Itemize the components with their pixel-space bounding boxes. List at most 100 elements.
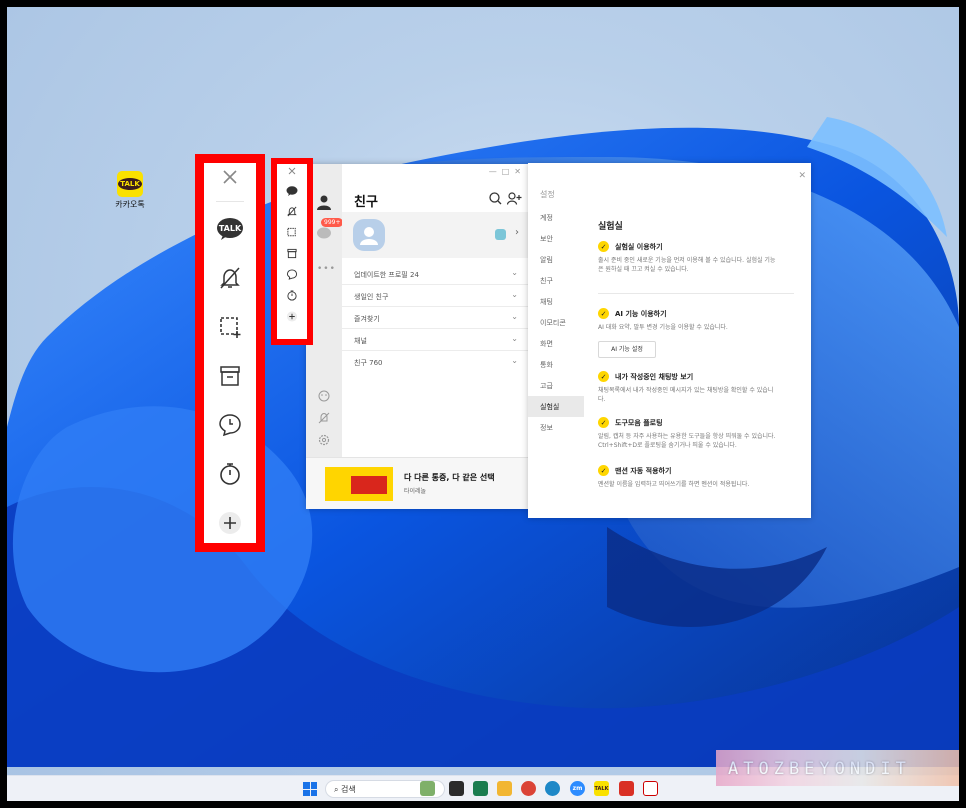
nav-info[interactable]: 정보 — [528, 417, 584, 438]
floating-toolbar-large: TALK — [195, 154, 265, 552]
my-profile-row[interactable]: › — [342, 212, 528, 258]
nav-lab[interactable]: 실험실 — [528, 396, 584, 417]
notification-off-icon[interactable] — [318, 412, 330, 424]
timer-icon[interactable] — [218, 462, 242, 486]
friends-panel: 친구 › 업데이트한 프로필 24 ⌄ 생일인 친구 ⌄ 즐겨찾기 ⌄ 채널 ⌄ 친구 … — [342, 164, 528, 457]
checkbox-checked-icon[interactable]: ✓ — [598, 465, 609, 476]
close-icon[interactable]: ✕ — [798, 171, 806, 181]
nav-emoticon[interactable]: 이모티콘 — [528, 312, 584, 333]
talk-icon[interactable]: TALK — [216, 217, 244, 241]
timer-icon[interactable] — [287, 290, 298, 301]
option-description: 채팅목록에서 내가 작성중인 메시지가 있는 채팅방을 확인할 수 있습니다. — [598, 387, 774, 403]
chevron-right-icon[interactable]: › — [515, 227, 519, 238]
option-description: 멘션할 이름을 입력하고 띄어쓰기를 하면 멘션이 적용됩니다. — [598, 481, 750, 488]
page-title: 친구 — [354, 195, 378, 210]
lab-settings-panel: 실험실 ✓ 실험실 이용하기 출시 준비 중인 새로운 기능을 먼저 이용해 볼… — [598, 219, 801, 488]
option-title: 도구모음 플로팅 — [615, 419, 663, 427]
option-description: AI 대화 요약, 말투 변경 기능을 이용할 수 있습니다. — [598, 324, 728, 331]
section-label: 친구 — [354, 359, 367, 367]
option-title: 맨션 자동 적용하기 — [615, 467, 672, 475]
section-birthday-friends[interactable]: 생일인 친구 ⌄ — [342, 285, 528, 307]
checkbox-checked-icon[interactable]: ✓ — [598, 371, 609, 382]
chevron-down-icon: ⌄ — [511, 334, 518, 343]
store-icon[interactable] — [473, 781, 488, 796]
edge-icon[interactable] — [545, 781, 560, 796]
talk-icon[interactable] — [286, 186, 298, 196]
divider — [598, 293, 794, 294]
nav-security[interactable]: 보안 — [528, 228, 584, 249]
section-label: 즐겨찾기 — [354, 315, 380, 323]
nav-advanced[interactable]: 고급 — [528, 375, 584, 396]
mute-bell-icon[interactable] — [218, 266, 242, 290]
ad-image — [325, 467, 393, 501]
desktop: TALK 카카오톡 TALK 999+ ••• —□✕ 친구 › 업데이트한 프… — [7, 7, 959, 801]
option-title: 내가 작성중인 채팅방 보기 — [615, 373, 694, 381]
chevron-down-icon: ⌄ — [511, 290, 518, 299]
kakaotalk-desktop-shortcut[interactable]: TALK 카카오톡 — [110, 171, 150, 210]
kakaotalk-app-icon: TALK — [117, 171, 143, 197]
section-friends[interactable]: 친구 760 ⌄ — [342, 351, 528, 373]
red-app-icon[interactable] — [619, 781, 634, 796]
ad-banner[interactable]: 다 다른 통증, 다 같은 선택 타이레놀 — [306, 457, 528, 509]
settings-gear-icon[interactable] — [318, 434, 330, 446]
section-count: 760 — [369, 359, 383, 367]
zoom-icon[interactable]: zm — [570, 781, 585, 796]
snipping-tool-icon[interactable] — [643, 781, 658, 796]
chrome-icon[interactable] — [521, 781, 536, 796]
add-icon[interactable] — [218, 511, 242, 535]
checkbox-checked-icon[interactable]: ✓ — [598, 308, 609, 319]
chat-clock-icon[interactable] — [286, 269, 298, 280]
nav-chat[interactable]: 채팅 — [528, 291, 584, 312]
kakaotalk-taskbar-icon[interactable]: TALK — [594, 781, 609, 796]
ai-settings-button[interactable]: AI 기능 설정 — [598, 341, 656, 358]
archive-icon[interactable] — [287, 248, 298, 259]
floating-toolbar-small — [271, 158, 313, 345]
section-label: 채널 — [354, 337, 367, 345]
section-heading: 실험실 — [598, 222, 623, 232]
mute-bell-icon[interactable] — [287, 206, 298, 217]
friends-tab-icon[interactable] — [316, 194, 332, 210]
checkbox-checked-icon[interactable]: ✓ — [598, 241, 609, 252]
close-icon[interactable] — [288, 167, 296, 175]
kakaotalk-window: 999+ ••• —□✕ 친구 › 업데이트한 프로필 24 ⌄ 생일인 친구 ⌄ … — [306, 164, 528, 509]
capture-icon[interactable] — [218, 315, 242, 339]
watermark: ATOZBEYONDIT — [716, 750, 959, 786]
section-favorites[interactable]: 즐겨찾기 ⌄ — [342, 307, 528, 329]
checkbox-checked-icon[interactable]: ✓ — [598, 417, 609, 428]
widgets-icon[interactable] — [420, 781, 435, 796]
nav-display[interactable]: 화면 — [528, 333, 584, 354]
file-explorer-icon[interactable] — [497, 781, 512, 796]
nav-notifications[interactable]: 알림 — [528, 249, 584, 270]
add-friend-icon[interactable] — [507, 192, 522, 205]
section-count: 24 — [409, 271, 419, 279]
nav-call[interactable]: 통화 — [528, 354, 584, 375]
chat-clock-icon[interactable] — [218, 413, 242, 437]
section-updated-profiles[interactable]: 업데이트한 프로필 24 ⌄ — [342, 263, 528, 285]
add-icon[interactable] — [286, 311, 298, 322]
nav-account[interactable]: 계정 — [528, 207, 584, 228]
option-description: 출시 준비 중인 새로운 기능을 먼저 이용해 볼 수 있습니다. 실험실 기능… — [598, 257, 776, 273]
more-icon[interactable]: ••• — [317, 264, 336, 274]
ad-title: 다 다른 통증, 다 같은 선택 — [404, 473, 495, 482]
talk-label: TALK — [219, 224, 242, 233]
option-title: AI 기능 이용하기 — [615, 310, 667, 318]
option-title: 실험실 이용하기 — [615, 243, 663, 251]
chevron-down-icon: ⌄ — [511, 268, 518, 277]
archive-icon[interactable] — [218, 364, 242, 388]
emoticon-icon[interactable] — [318, 390, 330, 402]
multi-profile-icon[interactable] — [495, 229, 506, 240]
task-view-icon[interactable] — [449, 781, 464, 796]
ad-subtitle: 타이레놀 — [404, 488, 427, 495]
capture-icon[interactable] — [287, 227, 298, 238]
avatar — [353, 219, 385, 251]
settings-title: 설정 — [540, 190, 555, 199]
toolbar-divider — [216, 201, 244, 202]
chevron-down-icon: ⌄ — [511, 312, 518, 321]
chats-tab-icon[interactable] — [316, 226, 332, 242]
section-channels[interactable]: 채널 ⌄ — [342, 329, 528, 351]
option-description: 알림, 캡처 등 자주 사용하는 유용한 도구들을 항상 띄워둘 수 있습니다.… — [598, 433, 776, 449]
search-icon[interactable] — [489, 192, 502, 205]
nav-friends[interactable]: 친구 — [528, 270, 584, 291]
windows-start-icon[interactable] — [303, 782, 317, 796]
close-icon[interactable] — [222, 169, 238, 185]
